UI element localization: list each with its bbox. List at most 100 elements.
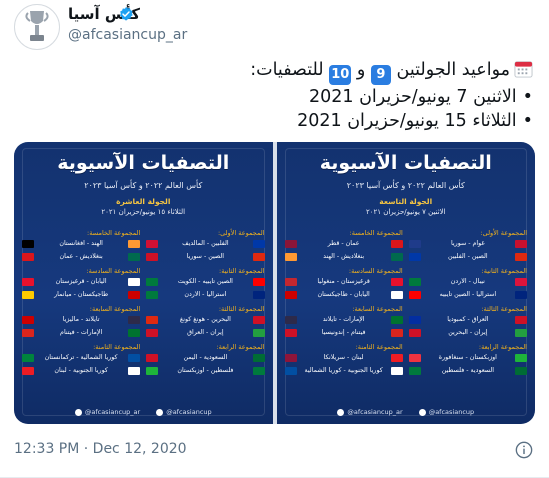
flag-icon [252, 239, 265, 248]
poster-right-round-9[interactable]: التصفيات الآسيوية كأس العالم ٢٠٢٢ و كأس آ… [276, 142, 535, 424]
flag-icon [408, 277, 421, 286]
tweet-timestamp[interactable]: 12:33 PM · Dec 12, 2020 [14, 441, 187, 457]
flag-icon [128, 366, 141, 375]
tweet-line-tuesday: •الثلاثاء 15 يونيو/حزيران 2021 [13, 109, 533, 133]
twitter-icon [337, 408, 345, 416]
flag-icon [128, 328, 141, 337]
date-tuesday: الثلاثاء 15 يونيو/حزيران 2021 [297, 111, 517, 131]
poster-date: الثلاثاء ١٥ يونيو/حزيران ٢٠٢١ [101, 208, 186, 216]
flag-icon [390, 290, 403, 299]
match-row: الفلبين - المالديف [146, 238, 265, 250]
match-label: غوام - سوريا [451, 240, 485, 248]
match-label: تايلاند - ماليزيا [62, 316, 100, 324]
flag-icon [22, 366, 34, 375]
poster-left-round-10[interactable]: التصفيات الآسيوية كأس العالم ٢٠٢٢ و كأس آ… [14, 142, 273, 424]
match-label: البحرين - هونغ كونغ [179, 316, 231, 324]
match-row: لبنان - سريلانكا [284, 352, 403, 364]
poster-round: الجولة العاشرة [116, 197, 171, 206]
flag-icon [408, 315, 421, 324]
match-label: اليابان - طاجيكستان [317, 291, 370, 299]
poster-footer-twitter: @afcasiancup_ar [74, 408, 140, 416]
group-title: المجموعة السادسة: [348, 267, 403, 275]
flag-icon [408, 290, 421, 299]
flag-icon [146, 366, 159, 375]
verified-badge-icon [120, 7, 133, 21]
group-title: المجموعة الرابعة: [216, 343, 265, 351]
match-label: اليابان - قرغيزستان [55, 278, 107, 286]
group-title: المجموعة السابعة: [89, 305, 141, 313]
flag-icon [128, 252, 141, 261]
handle[interactable]: @afcasiancup_ar [68, 27, 187, 43]
match-row: أوزبكستان - سنغافورة [408, 352, 527, 364]
group-title: المجموعة الثالثة: [481, 305, 527, 313]
match-row: أستراليا - الصين تايبيه [408, 289, 527, 301]
match-label: الإمارات - فيتنام [60, 329, 103, 337]
date-monday: الاثنين 7 يونيو/حزيران 2021 [308, 87, 517, 107]
poster-columns: المجموعة الأولى: الفلبين - المالديف الصين … [22, 226, 265, 398]
flag-icon [515, 290, 527, 299]
flag-icon [408, 239, 421, 248]
flag-icon [515, 252, 527, 261]
poster-title: التصفيات الآسيوية [319, 152, 492, 174]
match-label: العراق - كمبوديا [447, 316, 489, 324]
flag-icon [390, 239, 403, 248]
match-row: غوام - سوريا [408, 238, 527, 250]
poster-round: الجولة التاسعة [379, 197, 433, 206]
match-label: السعودية - فلسطين [441, 367, 495, 375]
match-label: الإمارات - تايلاند [322, 316, 365, 324]
tweet-heading-suffix: للتصفيات: [250, 60, 324, 80]
match-row: الإمارات - فيتنام [22, 327, 141, 339]
flag-icon [146, 328, 159, 337]
flag-icon [284, 252, 297, 261]
tweet-text: مواعيد الجولتين 9 و 10 للتصفيات: •الاثني… [13, 58, 533, 133]
flag-icon [408, 328, 421, 337]
group-title: المجموعة الخامسة: [87, 229, 141, 237]
keycap-nine-icon: 9 [370, 65, 391, 85]
tweet-media[interactable]: التصفيات الآسيوية كأس العالم ٢٠٢٢ و كأس آ… [14, 142, 535, 424]
flag-icon [22, 353, 34, 362]
flag-icon [128, 239, 141, 248]
group-title: المجموعة الأولى: [480, 229, 527, 237]
match-row: إيران - البحرين [408, 327, 527, 339]
avatar[interactable] [14, 4, 60, 50]
flag-icon [408, 252, 421, 261]
match-row: اليابان - قرغيزستان [22, 276, 141, 288]
match-row: فلسطين - أوزبكستان [146, 365, 265, 377]
match-label: أستراليا - الأردن [184, 291, 227, 299]
flag-icon [284, 239, 297, 248]
flag-icon [390, 277, 403, 286]
match-label: الهند - أفغانستان [59, 240, 103, 248]
poster-date: الاثنين ٧ يونيو/حزيران ٢٠٢١ [365, 208, 446, 216]
flag-icon [284, 366, 297, 375]
match-row: الصين - سوريا [146, 251, 265, 263]
match-row: اليابان - طاجيكستان [284, 289, 403, 301]
match-row: بنغلاديش - عمان [22, 251, 141, 263]
group-title: المجموعة الثالثة: [218, 305, 265, 313]
flag-icon [128, 315, 141, 324]
flag-icon [284, 277, 297, 286]
match-row: عمان - قطر [284, 238, 403, 250]
twitter-icon [74, 408, 82, 416]
flag-icon [146, 239, 159, 248]
match-row: البحرين - هونغ كونغ [146, 314, 265, 326]
bullet: • [522, 87, 533, 107]
tweet-heading-prefix: مواعيد الجولتين [396, 60, 511, 80]
match-label: بنغلاديش - عمان [59, 253, 103, 261]
poster-columns: المجموعة الأولى: غوام - سوريا الصين - الفل… [284, 226, 527, 398]
flag-icon [390, 353, 403, 362]
match-row: أستراليا - الأردن [146, 289, 265, 301]
flag-icon [515, 277, 527, 286]
match-row: فيتنام - إندونيسيا [284, 327, 403, 339]
flag-icon [284, 353, 297, 362]
info-icon[interactable] [515, 441, 533, 459]
flag-icon [390, 366, 403, 375]
match-label: السعودية - اليمن [183, 354, 228, 362]
match-label: طاجيكستان - ميانمار [54, 291, 109, 299]
match-label: عمان - قطر [327, 240, 360, 248]
match-row: الهند - أفغانستان [22, 238, 141, 250]
poster-footer-twitter: @afcasiancup_ar [337, 408, 403, 416]
flag-icon [22, 290, 34, 299]
match-row: الصين تايبيه - الكويت [146, 276, 265, 288]
match-label: أستراليا - الصين تايبيه [439, 291, 497, 299]
poster-column: المجموعة الأولى: الفلبين - المالديف الصين … [146, 226, 265, 398]
